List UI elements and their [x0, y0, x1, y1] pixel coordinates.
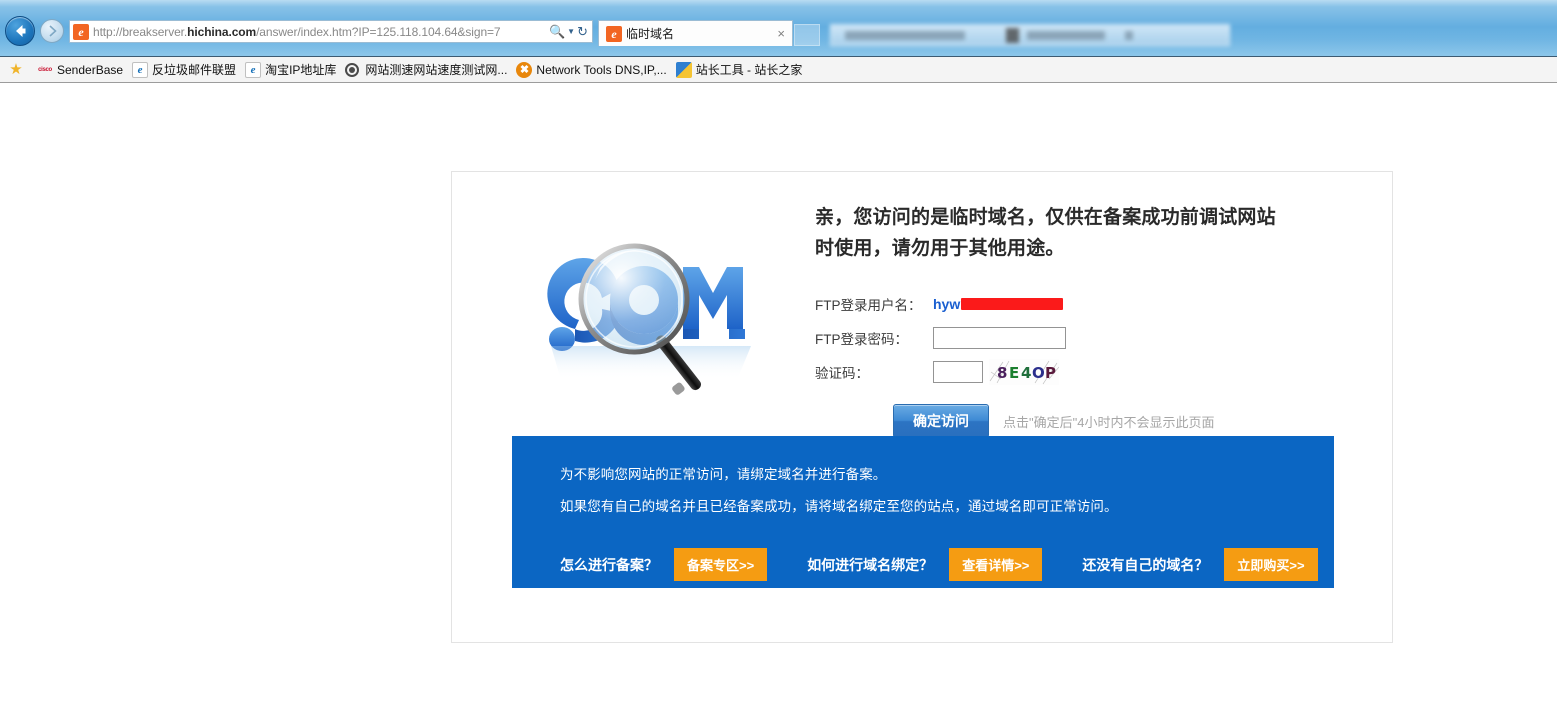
search-icon[interactable]: 🔍: [549, 25, 565, 38]
obscured-chip: [1027, 30, 1105, 40]
bookmarks-bar: ★ cisco SenderBase e 反垃圾邮件联盟 e 淘宝IP地址库 网…: [0, 57, 1557, 83]
chevron-down-icon[interactable]: ▼: [567, 27, 575, 36]
content-card: 亲，您访问的是临时域名，仅供在备案成功前调试网站 时使用，请勿用于其他用途。 F…: [451, 171, 1393, 643]
bookmark-label: 站长工具 - 站长之家: [695, 63, 803, 77]
star-icon: ★: [9, 60, 23, 78]
bookmark-label: 网站测速网站速度测试网...: [365, 63, 508, 77]
tab-strip: e 临时域名 ×: [598, 20, 820, 46]
site-favicon-icon: e: [73, 23, 89, 40]
obscured-square: [1006, 27, 1019, 43]
back-button[interactable]: [5, 16, 35, 46]
bookmark-item-senderbase[interactable]: cisco SenderBase: [35, 59, 130, 81]
notice-banner-text: 为不影响您网站的正常访问，请绑定域名并进行备案。 如果您有自己的域名并且已经备案…: [512, 436, 1334, 516]
captcha-label: 验证码：: [815, 366, 869, 381]
ftp-username-text: hyw: [933, 296, 961, 312]
arrow-right-icon: [49, 25, 57, 37]
ftp-password-row: FTP登录密码：: [815, 324, 1355, 352]
bookmark-item-chinaz[interactable]: 站长工具 - 站长之家: [674, 59, 810, 81]
cisco-icon: cisco: [38, 66, 52, 73]
address-bar-icons: 🔍 ▼ ↻: [549, 25, 592, 38]
captcha-glyphs-icon: 8 E 4 O P: [989, 359, 1059, 385]
bookmark-item-antispam[interactable]: e 反垃圾邮件联盟: [130, 59, 243, 81]
headline-line-2: 时使用，请勿用于其他用途。: [815, 238, 1065, 259]
tab-close-icon[interactable]: ×: [774, 26, 788, 41]
orange-x-icon: ✖: [516, 61, 533, 78]
bookmark-label: Network Tools DNS,IP,...: [536, 62, 667, 77]
bookmark-item-speedtest[interactable]: 网站测速网站速度测试网...: [343, 59, 514, 81]
submit-hint-text: 点击"确定后"4小时内不会显示此页面: [1003, 414, 1215, 430]
headline-line-1: 亲，您访问的是临时域名，仅供在备案成功前调试网站: [815, 207, 1276, 228]
notice-line-2: 如果您有自己的域名并且已经备案成功，请将域名绑定至您的站点，通过域名即可正常访问…: [560, 499, 1118, 514]
form-column: 亲，您访问的是临时域名，仅供在备案成功前调试网站 时使用，请勿用于其他用途。 F…: [815, 202, 1355, 438]
svg-text:4: 4: [1021, 364, 1031, 382]
notice-banner: 为不影响您网站的正常访问，请绑定域名并进行备案。 如果您有自己的域名并且已经备案…: [512, 436, 1334, 588]
ie-icon: e: [132, 61, 149, 78]
page-body: 亲，您访问的是临时域名，仅供在备案成功前调试网站 时使用，请勿用于其他用途。 F…: [0, 83, 1557, 703]
ftp-username-value: hyw: [933, 296, 1064, 312]
svg-text:P: P: [1045, 364, 1056, 382]
submit-visit-button[interactable]: 确定访问: [893, 404, 989, 438]
tab-favicon-icon: e: [606, 25, 622, 42]
notice-line-1: 为不影响您网站的正常访问，请绑定域名并进行备案。: [560, 467, 887, 482]
captcha-row: 验证码： 8 E 4 O P: [815, 358, 1355, 386]
cta-question-no-domain: 还没有自己的域名？: [1082, 556, 1209, 573]
url-prefix: http://breakserver.: [93, 24, 188, 39]
obscured-chip: [845, 30, 965, 40]
notice-banner-cta-row: 怎么进行备案？ 备案专区>> 如何进行域名绑定？ 查看详情>> 还没有自己的域名…: [512, 530, 1334, 581]
forward-button[interactable]: [40, 19, 64, 43]
obscured-toolbar-region-2: [1000, 24, 1222, 46]
tab-title: 临时域名: [626, 27, 675, 41]
browser-chrome: e http://breakserver.hichina.com/answer/…: [0, 0, 1557, 57]
url-suffix: /answer/index.htm?IP=125.118.104.64&sign…: [256, 24, 501, 39]
cta-button-buy-now[interactable]: 立即购买>>: [1224, 548, 1318, 581]
captcha-input[interactable]: [933, 361, 983, 383]
cta-question-filing: 怎么进行备案？: [560, 556, 658, 573]
bookmark-item-taobao-ip[interactable]: e 淘宝IP地址库: [243, 59, 343, 81]
ie-icon: e: [245, 61, 262, 78]
bookmark-label: 淘宝IP地址库: [265, 63, 337, 77]
form-action-row: 确定访问 点击"确定后"4小时内不会显示此页面: [893, 404, 1355, 438]
page-headline: 亲，您访问的是临时域名，仅供在备案成功前调试网站 时使用，请勿用于其他用途。: [815, 202, 1355, 264]
svg-text:8: 8: [997, 364, 1007, 382]
ftp-username-row: FTP登录用户名： hyw: [815, 290, 1355, 318]
captcha-image[interactable]: 8 E 4 O P: [989, 359, 1059, 385]
bookmark-label: SenderBase: [57, 62, 124, 77]
target-icon: [345, 62, 361, 78]
arrow-left-icon: [16, 25, 26, 37]
chinaz-icon: [675, 61, 692, 78]
ftp-username-label: FTP登录用户名：: [815, 298, 922, 313]
address-bar[interactable]: e http://breakserver.hichina.com/answer/…: [69, 20, 593, 43]
refresh-icon[interactable]: ↻: [577, 25, 588, 38]
url-text: http://breakserver.hichina.com/answer/in…: [93, 25, 549, 39]
cta-button-filing-zone[interactable]: 备案专区>>: [674, 548, 768, 581]
tab-linshiyuming[interactable]: e 临时域名 ×: [598, 20, 793, 46]
redaction-bar: [961, 298, 1064, 310]
bookmark-item-network-tools[interactable]: ✖ Network Tools DNS,IP,...: [514, 59, 673, 81]
cta-button-view-details[interactable]: 查看详情>>: [949, 548, 1043, 581]
dot-com-magnifier-icon: [547, 243, 751, 395]
url-domain: hichina.com: [187, 24, 257, 39]
new-tab-button[interactable]: [794, 24, 820, 46]
svg-text:O: O: [1032, 364, 1045, 382]
svg-text:E: E: [1009, 364, 1019, 382]
bookmark-item-star[interactable]: ★: [6, 59, 35, 81]
cta-question-domain-binding: 如何进行域名绑定？: [807, 556, 934, 573]
card-top-section: 亲，您访问的是临时域名，仅供在备案成功前调试网站 时使用，请勿用于其他用途。 F…: [452, 172, 1392, 438]
ftp-password-input[interactable]: [933, 327, 1066, 349]
bookmark-label: 反垃圾邮件联盟: [152, 63, 237, 77]
ftp-password-label: FTP登录密码：: [815, 332, 908, 347]
